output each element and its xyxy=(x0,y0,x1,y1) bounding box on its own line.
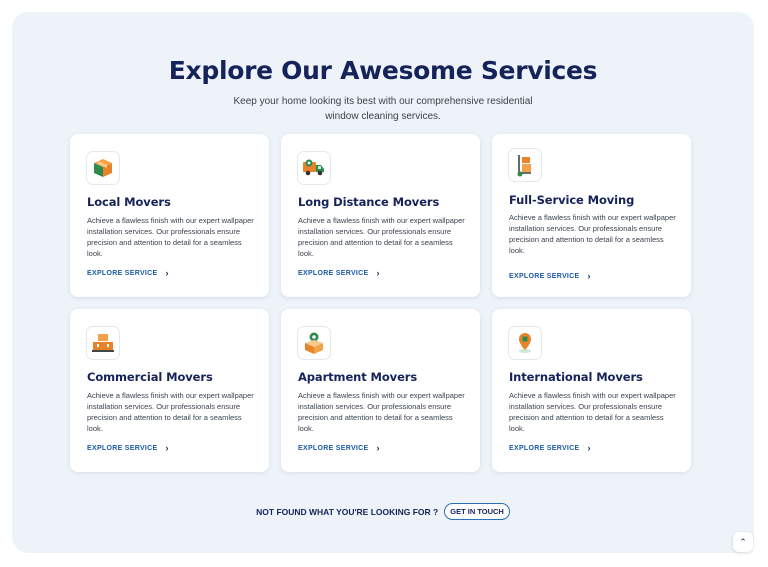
explore-service-link[interactable]: EXPLORE SERVICE › xyxy=(509,271,591,281)
get-in-touch-button[interactable]: GET IN TOUCH xyxy=(444,503,510,520)
explore-service-link[interactable]: EXPLORE SERVICE › xyxy=(87,443,169,453)
service-card-local-movers: Local Movers Achieve a flawless finish w… xyxy=(70,134,269,297)
location-pin-icon xyxy=(508,326,542,360)
service-description: Achieve a flawless finish with our exper… xyxy=(87,391,254,433)
service-name: Local Movers xyxy=(87,195,171,209)
service-description: Achieve a flawless finish with our exper… xyxy=(87,216,254,258)
explore-service-link[interactable]: EXPLORE SERVICE › xyxy=(509,443,591,453)
section-title: Explore Our Awesome Services xyxy=(168,56,598,85)
chevron-right-icon: › xyxy=(376,268,380,278)
service-card-apartment-movers: Apartment Movers Achieve a flawless fini… xyxy=(281,309,480,472)
service-name: International Movers xyxy=(509,370,643,384)
boxes-icon xyxy=(86,326,120,360)
explore-service-label: EXPLORE SERVICE xyxy=(298,444,369,452)
chevron-right-icon: › xyxy=(165,268,169,278)
hand-truck-icon xyxy=(508,148,542,182)
truck-icon xyxy=(297,151,331,185)
service-name: Apartment Movers xyxy=(298,370,418,384)
explore-service-label: EXPLORE SERVICE xyxy=(87,444,158,452)
chevron-right-icon: › xyxy=(587,271,591,281)
not-found-question: NOT FOUND WHAT YOU'RE LOOKING FOR ? xyxy=(256,506,439,517)
explore-service-label: EXPLORE SERVICE xyxy=(509,272,580,280)
service-name: Long Distance Movers xyxy=(298,195,440,209)
explore-service-label: EXPLORE SERVICE xyxy=(298,269,369,277)
service-card-long-distance-movers: Long Distance Movers Achieve a flawless … xyxy=(281,134,480,297)
service-name: Commercial Movers xyxy=(87,370,213,384)
service-description: Achieve a flawless finish with our exper… xyxy=(298,391,465,433)
scroll-to-top-button[interactable]: ⌃ xyxy=(733,532,753,552)
services-section: Explore Our Awesome Services Keep your h… xyxy=(12,12,754,553)
contact-prompt: NOT FOUND WHAT YOU'RE LOOKING FOR ? GET … xyxy=(12,503,754,520)
service-description: Achieve a flawless finish with our exper… xyxy=(298,216,465,258)
service-card-full-service-moving: Full-Service Moving Achieve a flawless f… xyxy=(492,134,691,297)
box-icon xyxy=(86,151,120,185)
service-description: Achieve a flawless finish with our exper… xyxy=(509,213,676,255)
explore-service-link[interactable]: EXPLORE SERVICE › xyxy=(298,443,380,453)
section-subtitle: Keep your home looking its best with our… xyxy=(233,96,533,122)
explore-service-link[interactable]: EXPLORE SERVICE › xyxy=(298,268,380,278)
service-description: Achieve a flawless finish with our exper… xyxy=(509,391,676,433)
service-card-international-movers: International Movers Achieve a flawless … xyxy=(492,309,691,472)
explore-service-link[interactable]: EXPLORE SERVICE › xyxy=(87,268,169,278)
service-name: Full-Service Moving xyxy=(509,193,635,207)
chevron-right-icon: › xyxy=(165,443,169,453)
explore-service-label: EXPLORE SERVICE xyxy=(509,444,580,452)
service-card-commercial-movers: Commercial Movers Achieve a flawless fin… xyxy=(70,309,269,472)
chevron-up-icon: ⌃ xyxy=(739,536,747,547)
chevron-right-icon: › xyxy=(587,443,591,453)
explore-service-label: EXPLORE SERVICE xyxy=(87,269,158,277)
chevron-right-icon: › xyxy=(376,443,380,453)
open-box-icon xyxy=(297,326,331,360)
